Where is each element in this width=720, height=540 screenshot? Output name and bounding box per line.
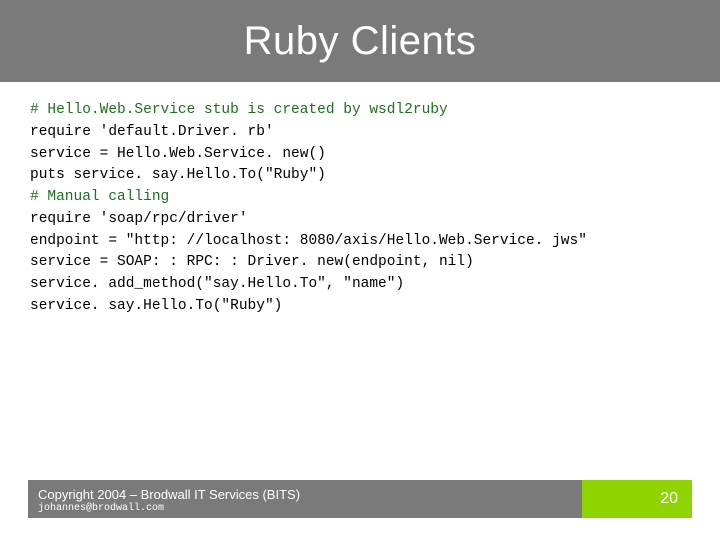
slide-title: Ruby Clients xyxy=(244,19,477,64)
code-block: # Hello.Web.Service stub is created by w… xyxy=(0,82,720,318)
code-line: # Hello.Web.Service stub is created by w… xyxy=(30,100,690,122)
code-line: puts service. say.Hello.To("Ruby") xyxy=(30,165,690,187)
code-line: require 'soap/rpc/driver' xyxy=(30,209,690,231)
copyright-text: Copyright 2004 – Brodwall IT Services (B… xyxy=(38,487,572,502)
code-line: endpoint = "http: //localhost: 8080/axis… xyxy=(30,231,690,253)
footer-email: johannes@brodwall.com xyxy=(38,503,572,514)
code-line: service = Hello.Web.Service. new() xyxy=(30,144,690,166)
page-number: 20 xyxy=(582,480,692,518)
footer: Copyright 2004 – Brodwall IT Services (B… xyxy=(28,480,692,518)
code-line: # Manual calling xyxy=(30,187,690,209)
title-bar: Ruby Clients xyxy=(0,0,720,82)
code-line: service = SOAP: : RPC: : Driver. new(end… xyxy=(30,252,690,274)
footer-left: Copyright 2004 – Brodwall IT Services (B… xyxy=(28,480,582,518)
code-line: service. add_method("say.Hello.To", "nam… xyxy=(30,274,690,296)
code-line: service. say.Hello.To("Ruby") xyxy=(30,296,690,318)
code-line: require 'default.Driver. rb' xyxy=(30,122,690,144)
